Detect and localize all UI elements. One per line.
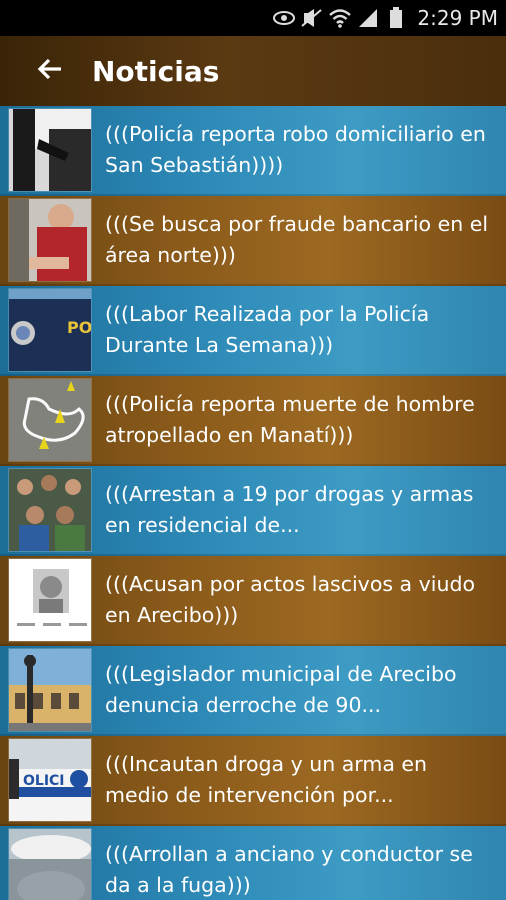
back-arrow-icon [37, 58, 63, 84]
svg-text:PO: PO [67, 318, 92, 337]
news-thumbnail-5 [8, 468, 92, 552]
svg-text:OLICI: OLICI [23, 773, 65, 789]
status-bar: 2:29 PM [0, 0, 506, 36]
news-title: (((Arrollan a anciano y conductor se da … [105, 842, 473, 897]
news-title: (((Incautan droga y un arma en medio de … [105, 752, 428, 807]
news-thumbnail-9 [8, 828, 92, 900]
news-item-8[interactable]: OLICI (((Incautan droga y un arma en med… [0, 736, 506, 826]
back-button[interactable] [20, 36, 80, 106]
news-thumbnail-3: PO [8, 288, 92, 372]
news-thumbnail-6 [8, 558, 92, 642]
news-thumbnail-7 [8, 648, 92, 732]
news-thumbnail-8: OLICI [8, 738, 92, 822]
eye-icon [273, 7, 296, 29]
news-item-5[interactable]: (((Arrestan a 19 por drogas y armas en r… [0, 466, 506, 556]
news-title: (((Policía reporta robo domiciliario en … [105, 122, 486, 177]
news-title: (((Se busca por fraude bancario en el ár… [105, 212, 489, 267]
battery-icon [385, 7, 407, 29]
mute-icon [301, 7, 323, 29]
news-title: (((Legislador municipal de Arecibo denun… [105, 662, 457, 717]
app-bar: Noticias [0, 36, 506, 106]
news-title: (((Arrestan a 19 por drogas y armas en r… [105, 482, 474, 537]
news-thumbnail-2 [8, 198, 92, 282]
news-item-9[interactable]: (((Arrollan a anciano y conductor se da … [0, 826, 506, 900]
wifi-icon [329, 7, 352, 29]
news-title: (((Labor Realizada por la Policía Durant… [105, 302, 430, 357]
news-list[interactable]: (((Policía reporta robo domiciliario en … [0, 106, 506, 900]
news-item-6[interactable]: (((Acusan por actos lascivos a viudo en … [0, 556, 506, 646]
page-title: Noticias [92, 54, 220, 88]
status-time: 2:29 PM [417, 6, 498, 30]
news-item-2[interactable]: (((Se busca por fraude bancario en el ár… [0, 196, 506, 286]
status-icons [273, 7, 407, 29]
news-item-4[interactable]: (((Policía reporta muerte de hombre atro… [0, 376, 506, 466]
news-item-7[interactable]: (((Legislador municipal de Arecibo denun… [0, 646, 506, 736]
news-thumbnail-4 [8, 378, 92, 462]
news-title: (((Acusan por actos lascivos a viudo en … [105, 572, 476, 627]
news-item-1[interactable]: (((Policía reporta robo domiciliario en … [0, 106, 506, 196]
signal-icon [357, 7, 379, 29]
news-thumbnail-1 [8, 108, 92, 192]
news-item-3[interactable]: PO (((Labor Realizada por la Policía Dur… [0, 286, 506, 376]
news-title: (((Policía reporta muerte de hombre atro… [105, 392, 475, 447]
